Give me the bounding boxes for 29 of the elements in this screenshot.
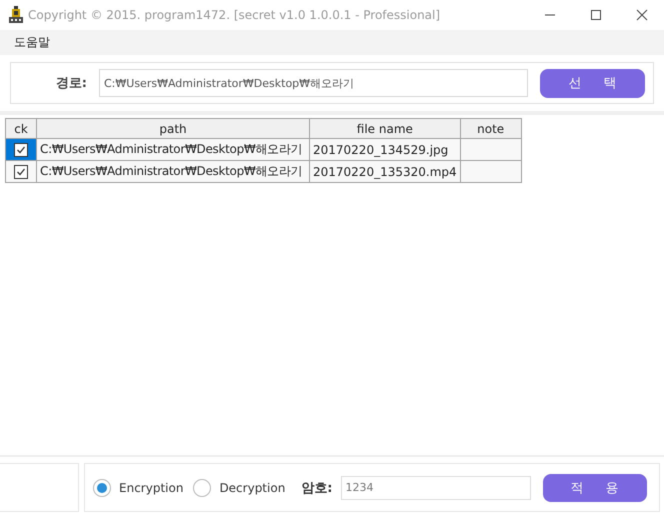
column-header[interactable]: ck	[6, 118, 36, 138]
column-header[interactable]: path	[36, 118, 310, 138]
checkbox[interactable]	[14, 142, 28, 157]
checkmark-icon	[16, 144, 26, 155]
path-field[interactable]: C:₩Users₩Administrator₩Desktop₩해오라기	[99, 69, 528, 97]
password-field[interactable]: 1234	[340, 476, 530, 500]
app-icon	[8, 6, 24, 24]
table-cell: C:₩Users₩Administrator₩Desktop₩해오라기	[36, 160, 310, 182]
check-cell[interactable]	[6, 160, 36, 182]
radio-option[interactable]: Encryption	[93, 478, 184, 496]
close-icon[interactable]	[636, 9, 648, 21]
window-title: Copyright © 2015. program1472. [secret v1.0 1.0.0.1 - Professional]	[28, 8, 440, 22]
check-cell[interactable]	[6, 138, 36, 160]
checkbox[interactable]	[14, 164, 28, 179]
table-cell: C:₩Users₩Administrator₩Desktop₩해오라기	[36, 138, 310, 160]
password-label: 암호:	[301, 480, 332, 496]
maximize-icon[interactable]	[590, 9, 602, 21]
path-label: 경로:	[54, 75, 87, 92]
radio-icon[interactable]	[193, 478, 212, 496]
menu-item[interactable]: 도움말	[14, 34, 50, 51]
checkmark-icon	[16, 166, 26, 177]
apply-button[interactable]: 적 용	[542, 474, 646, 502]
column-header[interactable]: note	[460, 118, 522, 138]
select-button[interactable]: 선 택	[540, 68, 645, 98]
radio-icon[interactable]	[93, 478, 111, 496]
table-cell: 20170220_135320.mp4	[310, 160, 460, 182]
column-header[interactable]: file name	[310, 118, 460, 138]
radio-option[interactable]: Decryption	[193, 478, 286, 496]
table-cell: 20170220_134529.jpg	[310, 138, 460, 160]
